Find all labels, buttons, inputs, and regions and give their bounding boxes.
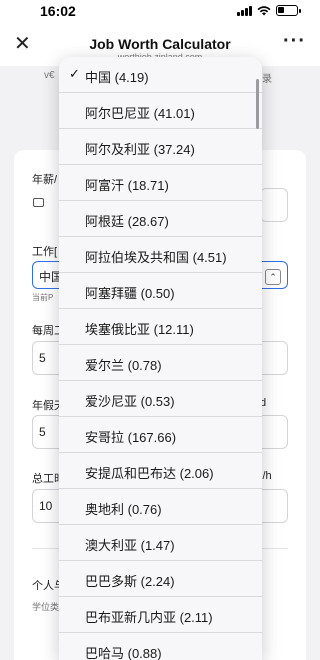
wifi-icon bbox=[257, 5, 271, 15]
dropdown-option-label: 中国 (4.19) bbox=[85, 70, 149, 85]
dropdown-option-label: 阿富汗 (18.71) bbox=[85, 178, 169, 193]
dropdown-option[interactable]: 阿富汗 (18.71) bbox=[59, 165, 262, 201]
dropdown-option-label: 安哥拉 (167.66) bbox=[85, 430, 177, 445]
dropdown-option[interactable]: 阿塞拜疆 (0.50) bbox=[59, 273, 262, 309]
weekly-days-value: 5 bbox=[39, 351, 46, 365]
total-hours-value: 10 bbox=[39, 499, 53, 513]
dropdown-option[interactable]: 澳大利亚 (1.47) bbox=[59, 525, 262, 561]
dropdown-option[interactable]: 阿尔及利亚 (37.24) bbox=[59, 129, 262, 165]
vacation-value: 5 bbox=[39, 425, 46, 439]
battery-icon bbox=[276, 5, 301, 16]
dropdown-option[interactable]: 巴哈马 (0.88) bbox=[59, 633, 262, 660]
degree-label: 学位类 bbox=[32, 602, 60, 612]
dropdown-scrollbar[interactable] bbox=[256, 79, 259, 129]
country-hint: 当前P bbox=[32, 293, 54, 302]
country-label: 工作[ bbox=[32, 246, 58, 258]
dropdown-option[interactable]: 阿尔巴尼亚 (41.01) bbox=[59, 93, 262, 129]
dropdown-option-label: 阿尔巴尼亚 (41.01) bbox=[85, 106, 195, 121]
salary-input[interactable] bbox=[260, 188, 288, 222]
dropdown-option-label: 爱尔兰 (0.78) bbox=[85, 358, 162, 373]
status-icons bbox=[237, 5, 301, 16]
dropdown-option[interactable]: 安提瓜和巴布达 (2.06) bbox=[59, 453, 262, 489]
dropdown-option-label: 阿塞拜疆 (0.50) bbox=[85, 286, 175, 301]
more-icon[interactable]: ··· bbox=[283, 30, 306, 53]
dropdown-option-label: 安提瓜和巴布达 (2.06) bbox=[85, 466, 214, 481]
dropdown-option[interactable]: 埃塞俄比亚 (12.11) bbox=[59, 309, 262, 345]
dropdown-option-label: 阿拉伯埃及共和国 (4.51) bbox=[85, 250, 227, 265]
dropdown-option-label: 爱沙尼亚 (0.53) bbox=[85, 394, 175, 409]
dropdown-option-label: 巴哈马 (0.88) bbox=[85, 646, 162, 660]
country-dropdown[interactable]: ✓ 中国 (4.19) 阿尔巴尼亚 (41.01) 阿尔及利亚 (37.24) … bbox=[59, 57, 262, 660]
dropdown-option-label: 奥地利 (0.76) bbox=[85, 502, 162, 517]
dropdown-option-label: 澳大利亚 (1.47) bbox=[85, 538, 175, 553]
dropdown-option[interactable]: 奥地利 (0.76) bbox=[59, 489, 262, 525]
dropdown-option[interactable]: 巴巴多斯 (2.24) bbox=[59, 561, 262, 597]
status-bar: 16:02 bbox=[0, 0, 320, 26]
checkmark-icon: ✓ bbox=[69, 66, 80, 81]
dropdown-option[interactable]: 阿根廷 (28.67) bbox=[59, 201, 262, 237]
login-text: 录 bbox=[262, 74, 272, 85]
dropdown-option[interactable]: 爱沙尼亚 (0.53) bbox=[59, 381, 262, 417]
dropdown-option[interactable]: 巴布亚新几内亚 (2.11) bbox=[59, 597, 262, 633]
dropdown-option-label: 阿根廷 (28.67) bbox=[85, 214, 169, 229]
wallet-icon bbox=[33, 198, 44, 207]
chevron-updown-icon: ⌃ bbox=[265, 269, 281, 285]
dropdown-option[interactable]: 安哥拉 (167.66) bbox=[59, 417, 262, 453]
dropdown-option[interactable]: ✓ 中国 (4.19) bbox=[59, 57, 262, 93]
dropdown-option-label: 巴巴多斯 (2.24) bbox=[85, 574, 175, 589]
dropdown-option[interactable]: 阿拉伯埃及共和国 (4.51) bbox=[59, 237, 262, 273]
page-title: Job Worth Calculator bbox=[89, 36, 231, 52]
dropdown-option[interactable]: 爱尔兰 (0.78) bbox=[59, 345, 262, 381]
salary-label: 年薪/ bbox=[32, 174, 58, 186]
dropdown-option-label: 巴布亚新几内亚 (2.11) bbox=[85, 610, 213, 625]
status-time: 16:02 bbox=[40, 3, 76, 19]
dropdown-option-label: 阿尔及利亚 (37.24) bbox=[85, 142, 195, 157]
version-text: v€ bbox=[44, 70, 55, 81]
signal-icon bbox=[237, 5, 252, 16]
dropdown-option-label: 埃塞俄比亚 (12.11) bbox=[85, 322, 194, 337]
